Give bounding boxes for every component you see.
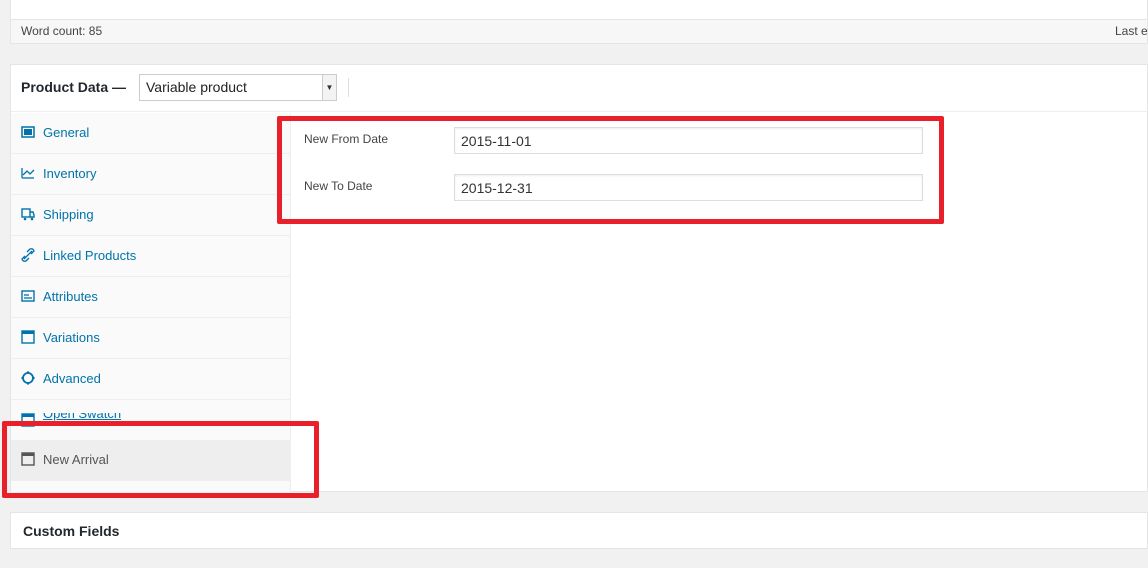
gear-icon	[21, 371, 35, 385]
word-count: Word count: 85	[21, 24, 103, 38]
tab-label: Inventory	[43, 166, 97, 181]
new-from-date-label: New From Date	[304, 132, 389, 146]
list-icon	[21, 290, 35, 302]
window-icon	[21, 452, 35, 466]
new-arrival-panel: New From Date New To Date	[292, 113, 1148, 492]
custom-fields-box[interactable]: Custom Fields	[10, 512, 1148, 549]
tab-inventory[interactable]: Inventory	[11, 154, 290, 195]
dropdown-arrow-icon: ▼	[322, 75, 336, 100]
new-from-date-input[interactable]	[454, 127, 923, 154]
truck-icon	[21, 208, 35, 221]
product-data-title: Product Data —	[21, 79, 127, 95]
tab-linked-products[interactable]: Linked Products	[11, 236, 290, 277]
header-divider	[348, 78, 349, 97]
tab-label: Attributes	[43, 289, 98, 304]
custom-fields-title: Custom Fields	[23, 523, 120, 539]
product-type-select[interactable]: Variable product ▼	[139, 74, 337, 101]
tab-shipping[interactable]: Shipping	[11, 195, 290, 236]
new-to-date-row: New To Date	[292, 172, 932, 212]
editor-status-bar: Word count: 85 Last edi	[10, 20, 1148, 44]
window-icon	[21, 413, 35, 427]
tab-label: Linked Products	[43, 248, 137, 263]
general-icon	[21, 126, 35, 138]
tab-general[interactable]: General	[11, 113, 290, 154]
last-edited: Last edi	[1115, 24, 1148, 38]
product-type-value: Variable product	[146, 79, 247, 95]
tab-label: General	[43, 125, 90, 140]
editor-area	[10, 0, 1148, 20]
window-icon	[21, 330, 35, 344]
tab-new-arrival[interactable]: New Arrival	[11, 440, 290, 481]
tab-label: Open Swatch	[43, 413, 122, 421]
tab-attributes[interactable]: Attributes	[11, 277, 290, 318]
new-to-date-input[interactable]	[454, 174, 923, 201]
new-to-date-label: New To Date	[304, 179, 373, 193]
new-from-date-row: New From Date	[292, 125, 932, 165]
inventory-icon	[21, 168, 35, 179]
tab-advanced[interactable]: Advanced	[11, 359, 290, 400]
tab-label: New Arrival	[43, 452, 109, 467]
tab-variations[interactable]: Variations	[11, 318, 290, 359]
product-data-tabs: General Inventory Shipping Linked Produc…	[11, 113, 291, 492]
product-data-header: Product Data — Variable product ▼	[11, 65, 1147, 112]
tab-label: Variations	[43, 330, 100, 345]
tab-open-swatch[interactable]: Open Swatch	[11, 413, 290, 433]
tab-label: Advanced	[43, 371, 101, 386]
product-data-box: Product Data — Variable product ▼ Genera…	[10, 64, 1148, 492]
link-icon	[21, 248, 35, 262]
tab-label: Shipping	[43, 207, 94, 222]
